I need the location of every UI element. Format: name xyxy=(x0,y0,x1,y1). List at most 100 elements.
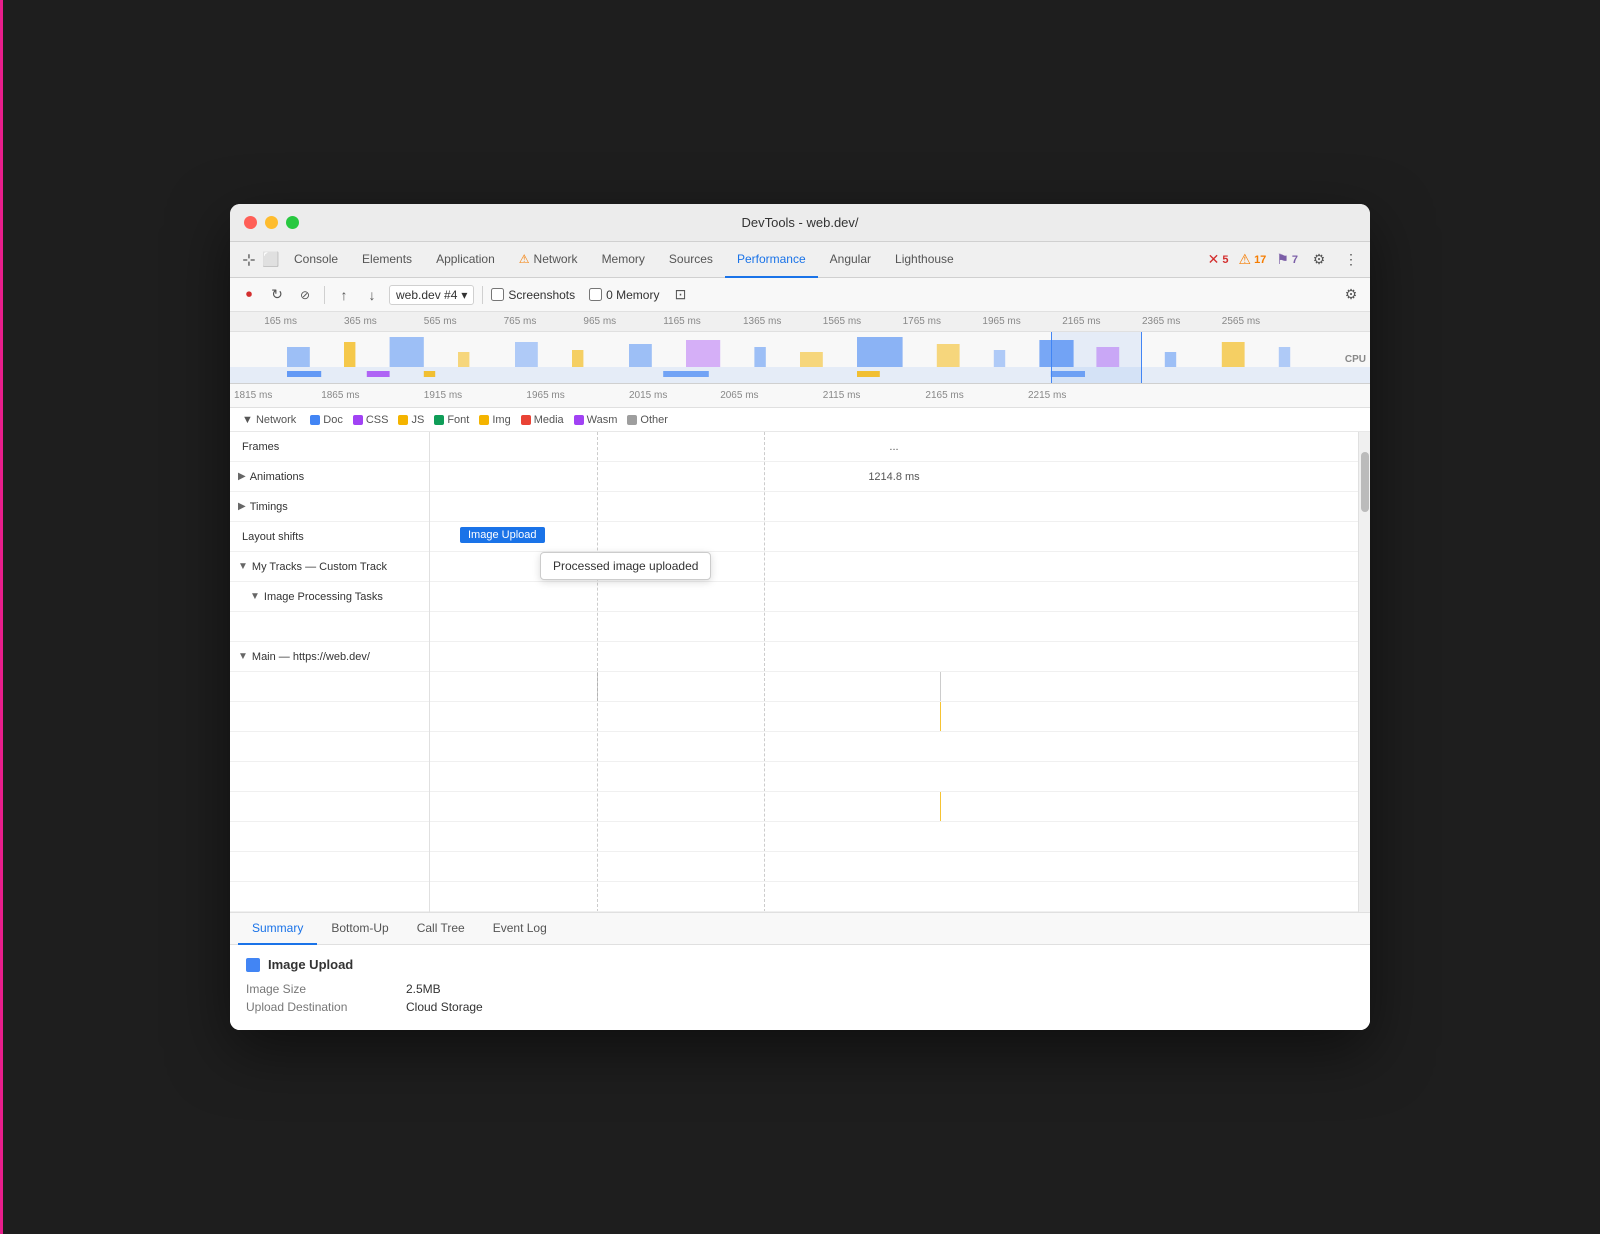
legend-dot-img xyxy=(479,415,489,425)
legend-dot-font xyxy=(434,415,444,425)
track-layout-shifts[interactable]: Layout shifts xyxy=(230,522,429,552)
legend-wasm: Wasm xyxy=(574,414,618,426)
maximize-button[interactable] xyxy=(286,216,299,229)
track-frames[interactable]: Frames xyxy=(230,432,429,462)
yellow-line-2 xyxy=(940,792,941,821)
tab-right-icons: ✕ 5 ⚠ 17 ⚑ 7 ⚙ ⋮ xyxy=(1208,249,1362,271)
more-icon[interactable]: ⋮ xyxy=(1340,249,1362,271)
main-flame-5 xyxy=(430,822,1358,852)
timings-row[interactable]: Image Upload Processed image uploaded xyxy=(430,522,1358,552)
tab-event-log[interactable]: Event Log xyxy=(479,913,561,945)
device-icon[interactable]: ⬜ xyxy=(260,249,282,271)
track-spacer-6 xyxy=(230,792,429,822)
track-spacer-4 xyxy=(230,732,429,762)
tab-memory[interactable]: Memory xyxy=(590,242,657,278)
ruler-mark-3: 765 ms xyxy=(504,316,537,327)
main-flame-2 xyxy=(430,732,1358,762)
scrollbar[interactable] xyxy=(1358,432,1370,912)
tab-bottom-up[interactable]: Bottom-Up xyxy=(317,913,402,945)
capture-icon[interactable]: ⊡ xyxy=(669,284,691,306)
net-track xyxy=(230,367,1370,384)
warning-badge: ⚠ 17 xyxy=(1239,251,1267,268)
window-title: DevTools - web.dev/ xyxy=(741,215,858,230)
close-button[interactable] xyxy=(244,216,257,229)
ruler-mark-11: 2365 ms xyxy=(1142,316,1180,327)
main-flame-6 xyxy=(430,852,1358,882)
tab-network[interactable]: ⚠ Network xyxy=(507,242,590,278)
legend-dot-css xyxy=(353,415,363,425)
image-processing-row xyxy=(430,612,1358,642)
tab-lighthouse[interactable]: Lighthouse xyxy=(883,242,966,278)
track-animations[interactable]: ▶ Animations xyxy=(230,462,429,492)
right-timeline[interactable]: ... 1214.8 ms Image Upload Processed ima… xyxy=(430,432,1358,912)
minimize-button[interactable] xyxy=(265,216,278,229)
ruler-mark-4: 965 ms xyxy=(583,316,616,327)
expand-icon-my-tracks: ▼ xyxy=(238,561,248,572)
clear-button[interactable]: ⊘ xyxy=(294,284,316,306)
ruler-mark-10: 2165 ms xyxy=(1062,316,1100,327)
inspector-icon[interactable]: ⊹ xyxy=(238,249,260,271)
ruler-mark-12: 2565 ms xyxy=(1222,316,1260,327)
summary-color-box xyxy=(246,958,260,972)
ruler-mark-0: 165 ms xyxy=(264,316,297,327)
timeline-tracks[interactable]: CPU NET xyxy=(230,332,1370,384)
ruler-bottom-8: 2215 ms xyxy=(1028,390,1066,401)
ruler-mark-7: 1565 ms xyxy=(823,316,861,327)
scrollbar-thumb[interactable] xyxy=(1361,452,1369,512)
ruler-bottom-3: 1965 ms xyxy=(526,390,564,401)
ruler-bottom-0: 1815 ms xyxy=(230,390,272,401)
timeline-overview[interactable]: 165 ms 365 ms 565 ms 765 ms 965 ms 1165 … xyxy=(230,312,1370,384)
info-badge: ⚑ 7 xyxy=(1276,251,1298,268)
tab-summary[interactable]: Summary xyxy=(238,913,317,945)
tab-application[interactable]: Application xyxy=(424,242,507,278)
traffic-lights xyxy=(244,216,299,229)
cpu-track xyxy=(230,332,1370,367)
separator1 xyxy=(324,286,325,304)
expand-icon-main: ▼ xyxy=(238,651,248,662)
track-spacer-7 xyxy=(230,822,429,852)
tab-console[interactable]: Console xyxy=(282,242,350,278)
devtools-body: ⊹ ⬜ Console Elements Application ⚠ Netwo… xyxy=(230,242,1370,1030)
download-icon[interactable]: ↓ xyxy=(361,284,383,306)
reload-button[interactable]: ↻ xyxy=(266,284,288,306)
network-expand-icon[interactable]: ▼ Network xyxy=(238,414,300,426)
screenshots-checkbox[interactable] xyxy=(491,288,504,301)
legend-dot-media xyxy=(521,415,531,425)
title-bar: DevTools - web.dev/ xyxy=(230,204,1370,242)
bottom-content: Image Upload Image Size 2.5MB Upload Des… xyxy=(230,945,1370,1030)
settings-toolbar-icon[interactable]: ⚙ xyxy=(1340,284,1362,306)
tab-sources[interactable]: Sources xyxy=(657,242,725,278)
track-image-processing[interactable]: ▼ Image Processing Tasks xyxy=(230,582,429,612)
tab-angular[interactable]: Angular xyxy=(818,242,883,278)
track-my-tracks[interactable]: ▼ My Tracks — Custom Track xyxy=(230,552,429,582)
main-flame-1 xyxy=(430,702,1358,732)
ruler-bottom-5: 2065 ms xyxy=(720,390,758,401)
bottom-panel: Summary Bottom-Up Call Tree Event Log Im… xyxy=(230,912,1370,1030)
tab-call-tree[interactable]: Call Tree xyxy=(403,913,479,945)
memory-checkbox[interactable] xyxy=(589,288,602,301)
expand-icon-animations: ▶ xyxy=(238,471,246,482)
track-main[interactable]: ▼ Main — https://web.dev/ xyxy=(230,642,429,672)
settings-icon[interactable]: ⚙ xyxy=(1308,249,1330,271)
image-upload-pill[interactable]: Image Upload xyxy=(460,527,545,543)
track-timings[interactable]: ▶ Timings xyxy=(230,492,429,522)
image-upload-tooltip: Processed image uploaded xyxy=(540,552,711,580)
legend-js: JS xyxy=(398,414,424,426)
record-button[interactable]: ⏺ xyxy=(238,284,260,306)
ruler-bottom-4: 2015 ms xyxy=(629,390,667,401)
tab-elements[interactable]: Elements xyxy=(350,242,424,278)
expand-icon-timings: ▶ xyxy=(238,501,246,512)
track-spacer-8 xyxy=(230,852,429,882)
upload-icon[interactable]: ↑ xyxy=(333,284,355,306)
ruler-bottom-1: 1865 ms xyxy=(321,390,359,401)
ruler-mark-6: 1365 ms xyxy=(743,316,781,327)
legend-img: Img xyxy=(479,414,510,426)
profile-selector[interactable]: web.dev #4 ▾ xyxy=(389,285,474,305)
ruler-mark-5: 1165 ms xyxy=(663,316,701,327)
tab-performance[interactable]: Performance xyxy=(725,242,818,278)
summary-title: Image Upload xyxy=(246,957,1354,972)
tab-bar: ⊹ ⬜ Console Elements Application ⚠ Netwo… xyxy=(230,242,1370,278)
frames-row: ... xyxy=(430,432,1358,462)
toolbar: ⏺ ↻ ⊘ ↑ ↓ web.dev #4 ▾ Screenshots 0 Mem… xyxy=(230,278,1370,312)
track-spacer-9 xyxy=(230,882,429,912)
